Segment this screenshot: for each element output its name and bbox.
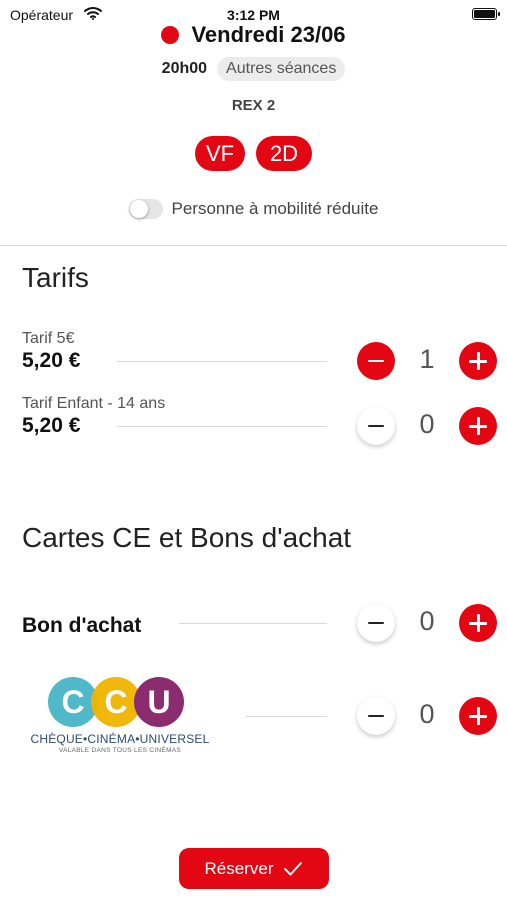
tarif-price: 5,20 € <box>22 349 81 372</box>
tarifs-section-title: Tarifs <box>22 262 89 293</box>
status-time: 3:12 PM <box>227 7 280 23</box>
reduced-mobility-row: Personne à mobilité réduite <box>0 199 507 219</box>
quantity-stepper: 0 <box>357 604 497 642</box>
quantity-value: 0 <box>419 409 435 439</box>
plus-icon <box>469 614 487 632</box>
plus-icon <box>469 417 487 435</box>
plus-icon <box>469 352 487 370</box>
other-sessions-button[interactable]: Autres séances <box>217 57 346 81</box>
quantity-stepper: 0 <box>357 407 497 445</box>
increase-button[interactable] <box>459 604 497 642</box>
plus-icon <box>469 707 487 725</box>
quantity-value: 1 <box>419 344 435 374</box>
minus-icon <box>368 424 384 428</box>
increase-button[interactable] <box>459 407 497 445</box>
divider <box>117 361 327 362</box>
check-icon <box>284 861 303 875</box>
tarif-row: Tarif 5€ 5,20 € 1 <box>22 330 497 380</box>
divider <box>246 716 327 717</box>
reserve-button[interactable]: Réserver <box>179 848 329 889</box>
session-time: 20h00 <box>161 60 208 77</box>
format-badge: 2D <box>256 136 312 171</box>
session-date: Vendredi 23/06 <box>191 22 346 47</box>
decrease-button[interactable] <box>357 604 395 642</box>
status-dot-icon <box>161 26 180 44</box>
quantity-value: 0 <box>419 606 435 636</box>
tarif-price: 5,20 € <box>22 414 81 437</box>
format-badges: VF 2D <box>0 136 507 171</box>
reduced-mobility-label: Personne à mobilité réduite <box>171 199 379 218</box>
minus-icon <box>368 621 384 625</box>
ccu-row: 0 <box>22 697 497 747</box>
cartes-section-title: Cartes CE et Bons d'achat <box>22 522 352 553</box>
voucher-row: Bon d'achat 0 <box>22 604 497 654</box>
voucher-label: Bon d'achat <box>22 614 142 637</box>
divider <box>117 426 327 427</box>
divider <box>0 245 507 246</box>
room-name: REX 2 <box>231 97 276 114</box>
divider <box>179 623 327 624</box>
session-date-row: Vendredi 23/06 <box>0 22 507 48</box>
ccu-logo-subtitle: VALABLE DANS TOUS LES CINÉMAS <box>58 747 182 754</box>
decrease-button[interactable] <box>357 342 395 380</box>
reduced-mobility-toggle[interactable] <box>128 199 163 219</box>
quantity-value: 0 <box>419 699 435 729</box>
battery-icon <box>472 8 500 20</box>
tarif-label: Tarif 5€ <box>22 330 75 347</box>
increase-button[interactable] <box>459 342 497 380</box>
decrease-button[interactable] <box>357 407 395 445</box>
quantity-stepper: 0 <box>357 697 497 735</box>
tarif-label: Tarif Enfant - 14 ans <box>22 395 166 412</box>
minus-icon <box>368 359 384 363</box>
reserve-label: Réserver <box>204 858 274 878</box>
session-time-row: 20h00 Autres séances <box>0 56 507 82</box>
increase-button[interactable] <box>459 697 497 735</box>
decrease-button[interactable] <box>357 697 395 735</box>
minus-icon <box>368 714 384 718</box>
version-badge: VF <box>195 136 245 171</box>
tarif-row: Tarif Enfant - 14 ans 5,20 € 0 <box>22 395 497 445</box>
quantity-stepper: 1 <box>357 342 497 380</box>
